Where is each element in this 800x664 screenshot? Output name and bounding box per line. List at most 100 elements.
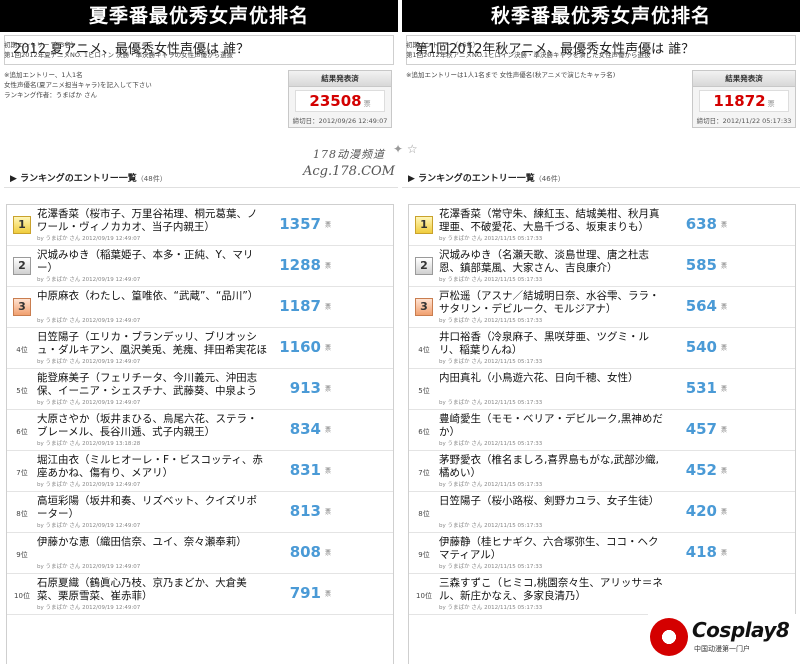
ranking-row[interactable]: 6位 豊崎愛生（モモ・ベリア・デビルーク,黒神めだか） by うまばか さん 201…: [409, 410, 795, 451]
entry-meta: by うまばか さん 2012/11/15 05:17:33: [439, 318, 543, 324]
entry-name[interactable]: 豊崎愛生（モモ・ベリア・デビルーク,黒神めだか）: [439, 413, 669, 439]
ranking-row[interactable]: 3 中原麻衣（わたし、篁唯依、“武蔵”、“品川”） by うまばか さん 2012/…: [7, 287, 393, 328]
entry-name[interactable]: 高垣彩陽（坂井和奏、リズベット、クイズリポーター）: [37, 495, 267, 521]
rank-label: 10位: [14, 592, 30, 600]
entry-name[interactable]: 花澤香菜（桜市子、万里谷祐理、桐元葛葉、ノワール・ヴィノカカオ、当子内親王）: [37, 208, 267, 234]
rank-2-icon: 2: [13, 257, 31, 275]
info-line: ※追加エントリーは1人1名まで 女性声優名(秋アニメで演じたキャラ名): [406, 71, 616, 79]
entry-name[interactable]: 能登麻美子（フェリチータ、今川義元、沖田志保、イーニア・シェスチナ、武藤葵、中泉…: [37, 372, 267, 398]
entry-name[interactable]: 花澤香菜（常守朱、練紅玉、結城美柑、秋月真理亜、不破愛花、大島千づる、坂東まりも…: [439, 208, 669, 234]
ranking-row[interactable]: 4位 日笠陽子（エリカ・ブランデッリ、ブリオッシュ・ダルキアン、凰沢美兎、羌瘣、拝…: [7, 328, 393, 369]
info-line: [4, 60, 286, 70]
entry-meta: by うまばか さん 2012/09/19 12:49:07: [37, 523, 141, 529]
rank-label: 7位: [418, 469, 430, 477]
entry-meta: by うまばか さん 2012/11/15 05:17:33: [439, 277, 543, 283]
entry-name[interactable]: 沢城みゆき（稲葉姫子、本多・正純、Y、マリー）: [37, 249, 267, 275]
vote-unit: 票: [720, 222, 727, 229]
ranking-row[interactable]: 6位 大原さやか（坂井まひる、烏尾六花、ステラ・ブレーメル、長谷川逓、式子内親王）…: [7, 410, 393, 451]
entry-meta: by うまばか さん 2012/11/15 05:17:33: [439, 441, 543, 447]
entry-votes: 418: [685, 543, 717, 561]
entry-votes: 531: [685, 379, 717, 397]
entry-votes: 1160: [279, 338, 321, 356]
ranking-row[interactable]: 10位 石原夏織（鶴眞心乃枝、京乃まどか、大倉美菜、栗原雪菜、崔赤菲） by うまば…: [7, 574, 393, 615]
ranking-row[interactable]: 10位 三森すずこ（ヒミコ,桃園奈々生、アリッサ＝ネル、新庄かなえ、多家良清乃） b…: [409, 574, 795, 615]
ranking-row[interactable]: 2 沢城みゆき（稲葉姫子、本多・正純、Y、マリー） by うまばか さん 2012/…: [7, 246, 393, 287]
rank-label: 8位: [16, 510, 28, 518]
autumn-ranking-list: 1 花澤香菜（常守朱、練紅玉、結城美柑、秋月真理亜、不破愛花、大島千づる、坂東まり…: [408, 204, 796, 664]
entry-meta: by うまばか さん 2012/11/15 05:17:33: [439, 605, 543, 611]
vote-unit: 票: [324, 468, 331, 475]
rank-label: 8位: [418, 510, 430, 518]
info-line: 初期エントリー（46名）: [406, 41, 480, 49]
entry-votes: 808: [289, 543, 321, 561]
page: 夏季番最优秀女声优排名 2012 夏アニメ、最優秀女性声優は 誰？ 初期エントリ…: [0, 0, 800, 664]
vote-unit: 票: [767, 100, 775, 108]
logo-subtitle: 中国动漫第一门户: [694, 645, 750, 653]
ranking-row[interactable]: 7位 茅野愛衣（椎名ましろ,喜界島もがな,武部沙織,橘めい） by うまばか さん …: [409, 451, 795, 492]
info-line: 女性声優名(夏アニメ担当キャラ)を記入して下さい: [4, 81, 152, 89]
entry-votes: 564: [685, 297, 717, 315]
entry-name[interactable]: 沢城みゆき（名瀬天歌、淡島世理、唐之杜志恩、鎮部葉風、大家さん、吉良康介）: [439, 249, 669, 275]
summer-banner-title: 夏季番最优秀女声优排名: [0, 0, 398, 32]
vote-unit: 票: [720, 304, 727, 311]
entry-name[interactable]: 大原さやか（坂井まひる、烏尾六花、ステラ・ブレーメル、長谷川逓、式子内親王）: [37, 413, 267, 439]
rank-label: 9位: [418, 551, 430, 559]
entry-name[interactable]: 日笠陽子（エリカ・ブランデッリ、ブリオッシュ・ダルキアン、凰沢美兎、羌瘣、拝田希…: [37, 331, 267, 357]
vote-unit: 票: [720, 386, 727, 393]
rank-label: 5位: [16, 387, 28, 395]
vote-unit: 票: [324, 427, 331, 434]
info-line: 初期エントリー（43名）: [4, 41, 78, 49]
vote-unit: 票: [324, 509, 331, 516]
ranking-row[interactable]: 1 花澤香菜（常守朱、練紅玉、結城美柑、秋月真理亜、不破愛花、大島千づる、坂東まり…: [409, 205, 795, 246]
entry-name[interactable]: 日笠陽子（桜小路桜、剣野カユラ、女子生徒）: [439, 495, 669, 508]
entry-meta: by うまばか さん 2012/11/15 05:17:33: [439, 523, 543, 529]
entry-name[interactable]: 伊藤かな恵（織田信奈、ユイ、奈々瀬奉莉）: [37, 536, 267, 549]
ranking-row[interactable]: 7位 堀江由衣（ミルヒオーレ・F・ビスコッティ、赤座あかね、傷有り、メアリ） by …: [7, 451, 393, 492]
cosplay8-logo: Cosplay8 中国动漫第一门户: [648, 614, 800, 664]
entry-name[interactable]: 茅野愛衣（椎名ましろ,喜界島もがな,武部沙織,橘めい）: [439, 454, 669, 480]
info-line-author[interactable]: ランキング作者：うまばか さん: [4, 90, 286, 100]
entry-name[interactable]: 内田真礼（小鳥遊六花、日向千穂、女性）: [439, 372, 669, 385]
entry-name[interactable]: 三森すずこ（ヒミコ,桃園奈々生、アリッサ＝ネル、新庄かなえ、多家良清乃）: [439, 577, 669, 603]
vote-unit: 票: [720, 427, 727, 434]
rank-label: 6位: [16, 428, 28, 436]
entry-votes: 1357: [279, 215, 321, 233]
ranking-row[interactable]: 8位 高垣彩陽（坂井和奏、リズベット、クイズリポーター） by うまばか さん 20…: [7, 492, 393, 533]
entry-meta: by うまばか さん 2012/11/15 05:17:33: [439, 359, 543, 365]
entry-votes: 585: [685, 256, 717, 274]
logo-text: Cosplay8: [692, 618, 790, 642]
vote-unit: 票: [324, 345, 331, 352]
result-label: 結果発表済: [289, 71, 391, 87]
rank-label: 5位: [418, 387, 430, 395]
entry-name[interactable]: 中原麻衣（わたし、篁唯依、“武蔵”、“品川”）: [37, 290, 267, 303]
entry-name[interactable]: 伊藤静（桂ヒナギク、六合塚弥生、ココ・ヘクマティアル）: [439, 536, 669, 562]
entry-votes: 813: [289, 502, 321, 520]
autumn-entry-list-header: ▶ ランキングのエントリー一覧（46件）: [402, 170, 800, 188]
entry-meta: by うまばか さん 2012/09/19 12:49:07: [37, 564, 141, 570]
cosplay8-emblem-icon: [650, 618, 688, 656]
entry-name[interactable]: 戸松遥（アスナ／結城明日奈、水谷雫、ララ・サタリン・デビルーク、モルジアナ）: [439, 290, 669, 316]
result-label: 結果発表済: [693, 71, 795, 87]
ranking-row[interactable]: 3 戸松遥（アスナ／結城明日奈、水谷雫、ララ・サタリン・デビルーク、モルジアナ） b…: [409, 287, 795, 328]
vote-unit: 票: [363, 100, 371, 108]
ranking-row[interactable]: 5位 能登麻美子（フェリチータ、今川義元、沖田志保、イーニア・シェスチナ、武藤葵、…: [7, 369, 393, 410]
entry-name[interactable]: 堀江由衣（ミルヒオーレ・F・ビスコッティ、赤座あかね、傷有り、メアリ）: [37, 454, 267, 480]
ranking-row[interactable]: 8位 日笠陽子（桜小路桜、剣野カユラ、女子生徒） by うまばか さん 2012/1…: [409, 492, 795, 533]
ranking-row[interactable]: 9位 伊藤静（桂ヒナギク、六合塚弥生、ココ・ヘクマティアル） by うまばか さん …: [409, 533, 795, 574]
section-marker-icon: ▶: [10, 174, 21, 184]
result-deadline: 締切日：2012/09/26 12:49:07: [292, 117, 388, 125]
ranking-row[interactable]: 4位 井口裕香（冷泉麻子、黒咲芽亜、ツグミ・ルリ、稲葉りんね） by うまばか さん…: [409, 328, 795, 369]
info-line: ※追加エントリー、1人1名: [4, 71, 83, 79]
ranking-row[interactable]: 9位 伊藤かな恵（織田信奈、ユイ、奈々瀬奉莉） by うまばか さん 2012/09…: [7, 533, 393, 574]
entry-name[interactable]: 石原夏織（鶴眞心乃枝、京乃まどか、大倉美菜、栗原雪菜、崔赤菲）: [37, 577, 267, 603]
ranking-row[interactable]: 5位 内田真礼（小鳥遊六花、日向千穂、女性） by うまばか さん 2012/11/…: [409, 369, 795, 410]
ranking-row[interactable]: 1 花澤香菜（桜市子、万里谷祐理、桐元葛葉、ノワール・ヴィノカカオ、当子内親王） b…: [7, 205, 393, 246]
result-deadline: 締切日：2012/11/22 05:17:33: [696, 117, 792, 125]
ranking-row[interactable]: 2 沢城みゆき（名瀬天歌、淡島世理、唐之杜志恩、鎮部葉風、大家さん、吉良康介） by…: [409, 246, 795, 287]
entry-meta: by うまばか さん 2012/09/19 13:18:28: [37, 441, 141, 447]
vote-unit: 票: [324, 386, 331, 393]
entry-name[interactable]: 井口裕香（冷泉麻子、黒咲芽亜、ツグミ・ルリ、稲葉りんね）: [439, 331, 669, 357]
vote-unit: 票: [324, 591, 331, 598]
vote-unit: 票: [324, 550, 331, 557]
vote-unit: 票: [720, 468, 727, 475]
